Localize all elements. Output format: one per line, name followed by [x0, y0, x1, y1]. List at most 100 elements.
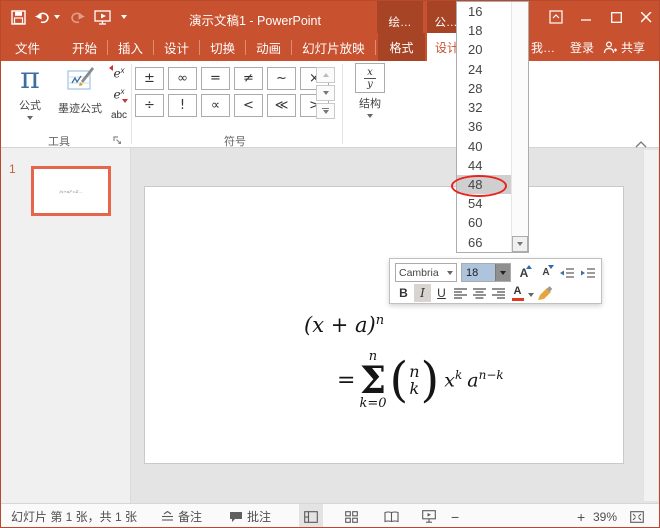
structures-label: 结构 [345, 95, 395, 111]
align-left-button[interactable] [452, 284, 469, 302]
symbol-proportional[interactable]: ∝ [201, 94, 230, 117]
align-center-icon [473, 288, 486, 299]
symbol-less-than[interactable]: < [234, 94, 263, 117]
font-size-option-40[interactable]: 40 [457, 137, 511, 156]
grow-font-button[interactable]: A [515, 264, 533, 282]
normal-text-button[interactable]: abc [107, 105, 131, 126]
font-name-value: Cambria [396, 267, 444, 279]
ribbon-display-options-button[interactable] [543, 1, 569, 33]
font-size-option-18[interactable]: 18 [457, 21, 511, 40]
tab-design[interactable]: 设计 [154, 33, 199, 61]
underline-button[interactable]: U [433, 284, 450, 302]
font-size-option-54[interactable]: 54 [457, 194, 511, 213]
font-size-option-28[interactable]: 28 [457, 79, 511, 98]
symbol-not-equal[interactable]: ≠ [234, 67, 263, 90]
symbol-factorial[interactable]: ! [168, 94, 197, 117]
zoom-level[interactable]: 39% [593, 504, 617, 528]
dropdown-scrollbar[interactable] [511, 2, 528, 252]
linear-arrow-icon [122, 99, 128, 103]
slide-sorter-icon [345, 511, 358, 523]
symbol-divide[interactable]: ÷ [135, 94, 164, 117]
equation-line1[interactable]: (x + a)n [304, 313, 384, 337]
font-size-option-24[interactable]: 24 [457, 60, 511, 79]
font-size-option-16[interactable]: 16 [457, 2, 511, 21]
font-name-combo[interactable]: Cambria [395, 263, 457, 282]
font-color-button[interactable]: A [509, 284, 526, 302]
zoom-out-button[interactable]: − [451, 504, 459, 528]
equation-line1-exponent: n [376, 313, 384, 328]
font-size-combo[interactable]: 18 [461, 263, 511, 282]
font-size-option-32[interactable]: 32 [457, 98, 511, 117]
tab-slideshow[interactable]: 幻灯片放映 [292, 33, 375, 61]
equation-line2[interactable]: = n Σ k=0 ( n k ) xk an−k [337, 341, 504, 419]
minimize-button[interactable] [573, 1, 599, 33]
increase-indent-button[interactable] [580, 264, 597, 282]
group-separator [342, 64, 343, 144]
align-right-button[interactable] [490, 284, 507, 302]
symbol-plus-minus[interactable]: ± [135, 67, 164, 90]
linear-format-button[interactable]: ex [107, 84, 131, 105]
dropdown-scroll-down-button[interactable] [512, 236, 528, 252]
group-separator [131, 64, 132, 144]
slide-sorter-view-button[interactable] [339, 504, 363, 528]
notes-button[interactable]: 备注 [161, 504, 202, 528]
slideshow-view-icon [422, 510, 436, 523]
ink-equation-button[interactable]: 墨迹公式 [53, 63, 107, 116]
start-slideshow-button[interactable] [94, 10, 112, 25]
slide-thumbnail-selected[interactable]: (x+a)ⁿ=Σ… [31, 166, 111, 216]
professional-format-button[interactable]: ex [107, 63, 131, 84]
symbol-tilde[interactable]: ~ [267, 67, 296, 90]
notes-icon [161, 511, 174, 522]
decrease-indent-button[interactable] [559, 264, 576, 282]
share-button[interactable]: 共享 [603, 33, 645, 61]
collapse-ribbon-icon [635, 141, 647, 148]
linear-sup: x [121, 87, 125, 96]
tab-file[interactable]: 文件 [1, 33, 54, 61]
tab-format-contextual[interactable]: 格式 [378, 33, 425, 61]
slideshow-view-button[interactable] [417, 504, 441, 528]
maximize-button[interactable] [603, 1, 629, 33]
customize-qat-button[interactable] [121, 15, 127, 19]
font-name-dropdown-icon[interactable] [447, 271, 453, 275]
save-button[interactable] [11, 10, 26, 25]
redo-button [69, 11, 85, 24]
symbol-infinity[interactable]: ∞ [168, 67, 197, 90]
font-size-option-36[interactable]: 36 [457, 117, 511, 136]
undo-button[interactable] [35, 11, 60, 24]
structures-button[interactable]: x y 结构 [345, 63, 395, 118]
close-button[interactable] [633, 1, 659, 33]
tools-dialog-launcher[interactable] [113, 134, 122, 148]
font-size-option-60[interactable]: 60 [457, 213, 511, 232]
symbols-more-button[interactable] [316, 103, 335, 119]
zoom-in-button[interactable]: + [577, 504, 585, 528]
align-center-button[interactable] [471, 284, 488, 302]
tab-animations[interactable]: 动画 [246, 33, 291, 61]
font-size-value[interactable]: 18 [462, 264, 495, 281]
comments-button[interactable]: 批注 [229, 504, 271, 528]
italic-button[interactable]: I [414, 284, 431, 302]
undo-dropdown-icon[interactable] [54, 15, 60, 19]
font-size-option-20[interactable]: 20 [457, 40, 511, 59]
tab-transitions[interactable]: 切换 [200, 33, 245, 61]
equation-button[interactable]: π 公式 [7, 63, 53, 120]
bold-button[interactable]: B [395, 284, 412, 302]
sign-in-link[interactable]: 登录 [570, 39, 594, 56]
font-size-option-66[interactable]: 66 [457, 233, 511, 252]
normal-view-button[interactable] [299, 504, 323, 528]
symbols-scroll-down-button[interactable] [316, 85, 335, 101]
reading-view-button[interactable] [379, 504, 403, 528]
symbol-equals[interactable]: = [201, 67, 230, 90]
shrink-font-button[interactable]: A [537, 264, 555, 282]
vertical-scrollbar[interactable] [643, 150, 658, 501]
font-size-option-44[interactable]: 44 [457, 156, 511, 175]
tab-insert[interactable]: 插入 [108, 33, 153, 61]
zoom-out-label: − [451, 509, 459, 525]
tab-home[interactable]: 开始 [62, 33, 107, 61]
tell-me-box[interactable]: 我… [531, 39, 555, 56]
format-painter-button[interactable] [536, 284, 556, 302]
font-size-dropdown-button[interactable] [495, 264, 510, 281]
font-color-dropdown-icon[interactable] [528, 293, 534, 297]
tools-group-label: 工具 [1, 133, 117, 149]
fit-to-window-button[interactable] [625, 504, 649, 528]
symbol-much-less[interactable]: ≪ [267, 94, 296, 117]
